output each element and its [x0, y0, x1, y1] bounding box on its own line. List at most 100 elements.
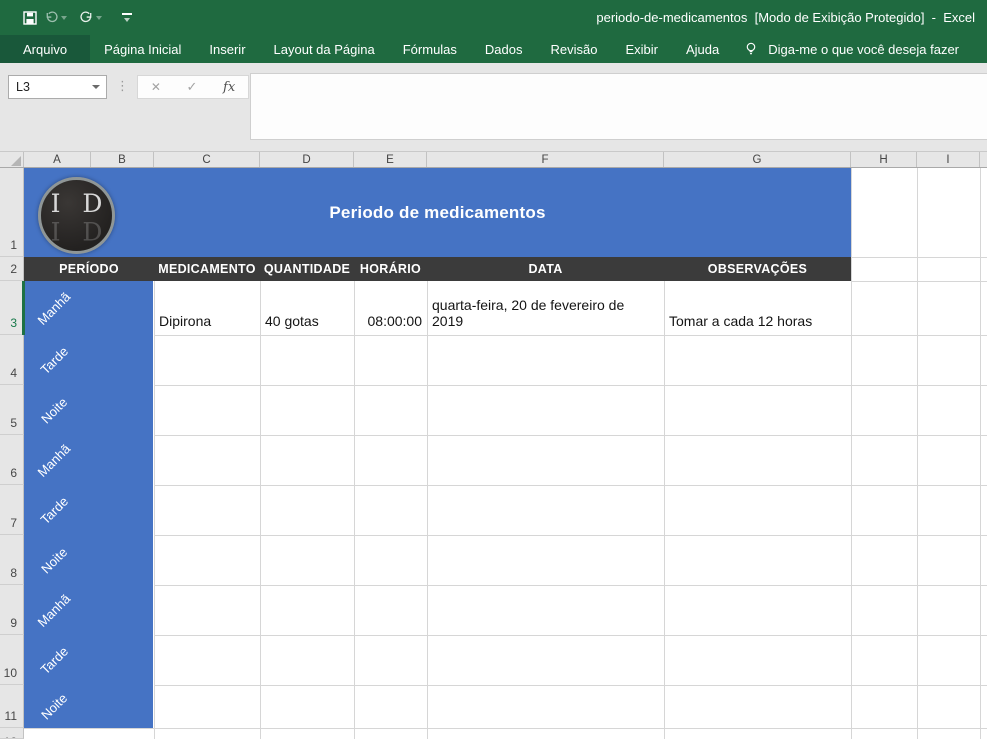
gridline	[851, 281, 987, 282]
tab-pagina-inicial[interactable]: Página Inicial	[90, 35, 195, 63]
tab-arquivo[interactable]: Arquivo	[0, 35, 90, 63]
gridline	[154, 485, 987, 486]
period-label: Tarde	[24, 335, 84, 385]
gridline	[24, 728, 987, 729]
period-label: Manhã	[24, 435, 84, 485]
header-medicamento: MEDICAMENTO	[154, 257, 260, 281]
period-label: Tarde	[24, 635, 84, 685]
window-title: periodo-de-medicamentos [Modo de Exibiçã…	[132, 10, 987, 25]
redo-dropdown-icon[interactable]	[96, 16, 102, 20]
formula-buttons: ✕ ✓ fx	[137, 75, 249, 99]
gridline	[154, 385, 987, 386]
col-header-b[interactable]: B	[91, 152, 154, 167]
gridline	[851, 257, 987, 258]
row-header-7[interactable]: 7	[0, 485, 24, 535]
lightbulb-icon	[743, 41, 759, 57]
cell-e3-horario[interactable]: 08:00:00	[354, 281, 427, 335]
tab-dados[interactable]: Dados	[471, 35, 537, 63]
undo-icon	[44, 10, 59, 25]
company-logo: I D I D	[38, 177, 115, 254]
sheet-title: Periodo de medicamentos	[329, 203, 545, 223]
gridline	[154, 281, 155, 739]
header-data: DATA	[427, 257, 664, 281]
col-header-h[interactable]: H	[851, 152, 917, 167]
gridline	[851, 168, 852, 739]
cell-f3-data[interactable]: quarta-feira, 20 de fevereiro de 2019	[427, 281, 664, 335]
row-header-6[interactable]: 6	[0, 435, 24, 485]
gridline	[154, 535, 987, 536]
tab-ajuda[interactable]: Ajuda	[672, 35, 733, 63]
tab-exibir[interactable]: Exibir	[611, 35, 672, 63]
row-header-4[interactable]: 4	[0, 335, 24, 385]
col-header-partial[interactable]	[980, 152, 987, 167]
grip-separator-icon: ⋮	[116, 75, 129, 97]
row-header-10[interactable]: 10	[0, 635, 24, 685]
row-header-12[interactable]: 12	[0, 728, 24, 739]
undo-dropdown-icon[interactable]	[61, 16, 67, 20]
row-header-2[interactable]: 2	[0, 257, 24, 281]
col-header-f[interactable]: F	[427, 152, 664, 167]
name-box[interactable]: L3	[8, 75, 107, 99]
name-box-value: L3	[9, 80, 92, 94]
gridline	[154, 635, 987, 636]
gridline	[980, 168, 981, 739]
cancel-icon[interactable]: ✕	[151, 80, 161, 94]
ribbon-tabs: Arquivo Página Inicial Inserir Layout da…	[0, 35, 987, 63]
gridline	[354, 281, 355, 739]
logo-reflection: I D	[44, 218, 110, 243]
gridline	[427, 281, 428, 739]
gridline	[260, 281, 261, 739]
tellme-box[interactable]: Diga-me o que você deseja fazer	[743, 35, 959, 63]
gridline	[664, 281, 665, 739]
col-header-g[interactable]: G	[664, 152, 851, 167]
quick-access-toolbar	[0, 10, 132, 26]
period-label: Tarde	[24, 485, 84, 535]
row-header-1[interactable]: 1	[0, 168, 24, 257]
gridline	[917, 168, 918, 739]
redo-icon	[79, 10, 94, 25]
formula-bar-input[interactable]	[250, 73, 987, 140]
customize-quick-access-icon[interactable]	[122, 13, 132, 22]
insert-function-icon[interactable]: fx	[223, 80, 235, 95]
col-header-a[interactable]: A	[24, 152, 91, 167]
tab-revisao[interactable]: Revisão	[537, 35, 612, 63]
row-header-8[interactable]: 8	[0, 535, 24, 585]
tellme-label: Diga-me o que você deseja fazer	[768, 42, 959, 57]
row-header-5[interactable]: 5	[0, 385, 24, 435]
period-label: Noite	[24, 535, 84, 585]
row-header-11[interactable]: 11	[0, 685, 24, 728]
col-header-c[interactable]: C	[154, 152, 260, 167]
name-box-dropdown-icon[interactable]	[92, 85, 100, 89]
column-headers: A B C D E F G H I	[0, 151, 987, 168]
row-header-9[interactable]: 9	[0, 585, 24, 635]
formula-bar-area: L3 ⋮ ✕ ✓ fx	[0, 63, 987, 151]
header-quantidade: QUANTIDADE	[260, 257, 354, 281]
col-header-i[interactable]: I	[917, 152, 980, 167]
period-label: Manhã	[24, 281, 84, 335]
enter-icon[interactable]: ✓	[187, 79, 198, 95]
title-banner-cell[interactable]: I D I D Periodo de medicamentos	[24, 168, 851, 257]
select-all-button[interactable]	[0, 152, 24, 167]
save-icon[interactable]	[22, 10, 38, 26]
col-header-e[interactable]: E	[354, 152, 427, 167]
col-header-d[interactable]: D	[260, 152, 354, 167]
table-header-row[interactable]: PERÍODO MEDICAMENTO QUANTIDADE HORÁRIO D…	[24, 257, 851, 281]
period-label: Noite	[24, 385, 84, 435]
undo-button[interactable]	[44, 10, 67, 25]
logo-text: I D	[44, 191, 110, 216]
gridline	[154, 335, 987, 336]
spreadsheet-grid: 1 2 3 4 5 6 7 8 9 10 11 12 I D I D Perio…	[0, 168, 987, 739]
gridline	[154, 435, 987, 436]
cell-g3-observacoes[interactable]: Tomar a cada 12 horas	[664, 281, 851, 335]
cell-c3-medicamento[interactable]: Dipirona	[154, 281, 260, 335]
tab-layout-da-pagina[interactable]: Layout da Página	[260, 35, 389, 63]
header-periodo: PERÍODO	[24, 257, 154, 281]
header-observacoes: OBSERVAÇÕES	[664, 257, 851, 281]
tab-inserir[interactable]: Inserir	[195, 35, 259, 63]
redo-button[interactable]	[79, 10, 102, 25]
tab-formulas[interactable]: Fórmulas	[389, 35, 471, 63]
row-header-3[interactable]: 3	[0, 281, 24, 335]
selected-row-indicator	[22, 281, 25, 335]
cell-d3-quantidade[interactable]: 40 gotas	[260, 281, 354, 335]
excel-window: periodo-de-medicamentos [Modo de Exibiçã…	[0, 0, 987, 739]
